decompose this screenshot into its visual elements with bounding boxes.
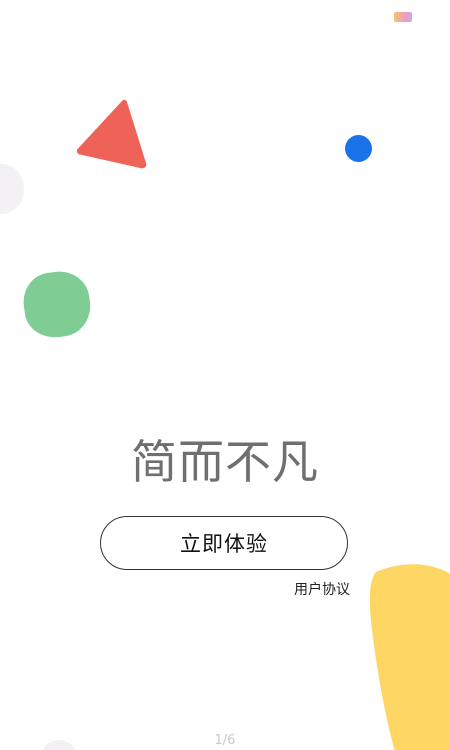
user-agreement-link[interactable]: 用户协议: [294, 579, 350, 599]
green-blob-shape: [19, 267, 95, 342]
onboarding-screen: 简而不凡 立即体验 用户协议 1/6: [0, 0, 450, 750]
red-triangle-shape: [70, 94, 154, 174]
status-bar-icon: [394, 12, 412, 22]
page-indicator: 1/6: [214, 733, 236, 748]
yellow-blob-shape: [366, 560, 450, 750]
start-experience-button[interactable]: 立即体验: [100, 516, 348, 570]
gray-circle-shape: [0, 164, 24, 214]
tagline-heading: 简而不凡: [131, 435, 319, 489]
start-experience-label: 立即体验: [180, 532, 268, 556]
blue-circle-shape: [345, 135, 372, 162]
